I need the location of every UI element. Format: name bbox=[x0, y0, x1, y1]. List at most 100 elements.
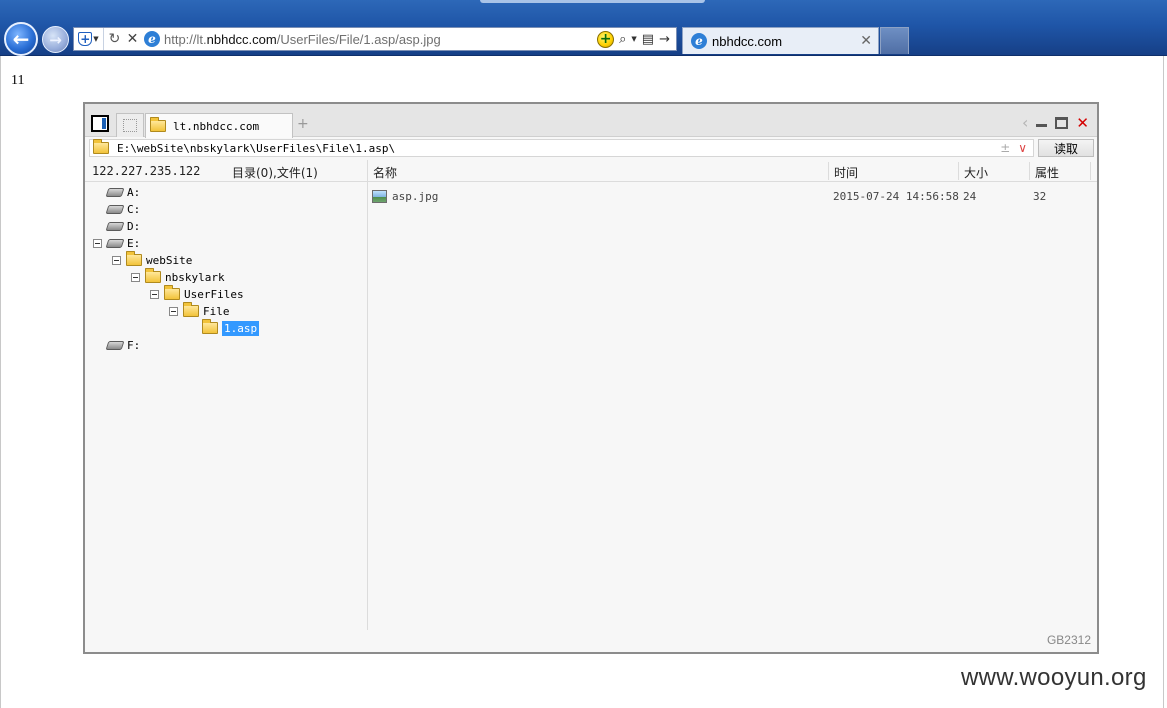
tree-folder-userfiles[interactable]: UserFiles bbox=[150, 285, 244, 302]
tree-label: File bbox=[203, 304, 230, 318]
tree-drive-c[interactable]: C: bbox=[105, 201, 140, 217]
file-name: asp.jpg bbox=[392, 190, 439, 203]
file-time: 2015-07-24 14:56:58 bbox=[833, 190, 959, 203]
drive-icon bbox=[105, 340, 125, 350]
file-manager-window: lt.nbhdcc.com + ‹ ✕ E:\webSite\nbskylark… bbox=[83, 102, 1099, 654]
page-right-border bbox=[1163, 56, 1164, 708]
url-text[interactable]: http://lt.nbhdcc.com/UserFiles/File/1.as… bbox=[164, 32, 441, 47]
ie-logo-icon: e bbox=[144, 31, 160, 47]
tree-label: UserFiles bbox=[184, 287, 244, 301]
folder-icon bbox=[183, 302, 199, 317]
tree-drive-d[interactable]: D: bbox=[105, 218, 141, 234]
path-folder-icon bbox=[93, 139, 109, 154]
address-bar[interactable]: + ▼ ↻ ✕ e http://lt.nbhdcc.com/UserFiles… bbox=[73, 27, 677, 51]
url-prefix: http://lt. bbox=[164, 31, 207, 47]
dotted-square-icon bbox=[123, 119, 137, 132]
tree-folder-website[interactable]: webSite bbox=[112, 251, 193, 268]
folder-icon bbox=[150, 117, 166, 132]
list-header: 122.227.235.122 目录(0),文件(1) 名称 时间 大小 属性 bbox=[85, 160, 1097, 182]
url-domain: nbhdcc.com bbox=[206, 31, 277, 47]
file-row[interactable]: asp.jpg 2015-07-24 14:56:58 24 32 bbox=[372, 188, 1094, 206]
drive-icon bbox=[105, 204, 125, 214]
tree-label: nbskylark bbox=[165, 270, 225, 284]
go-arrow-icon[interactable]: → bbox=[659, 32, 670, 47]
new-tab-button[interactable] bbox=[880, 27, 909, 54]
add-on-icon[interactable]: + bbox=[597, 30, 615, 48]
tree-label: F: bbox=[127, 338, 141, 352]
caret-down-icon: ▼ bbox=[93, 35, 99, 43]
collapse-toggle-icon[interactable] bbox=[93, 238, 102, 248]
forward-arrow-icon: → bbox=[49, 30, 62, 49]
file-attr: 32 bbox=[1033, 190, 1047, 203]
tree-drive-e[interactable]: E: bbox=[93, 235, 140, 251]
tree-folder-file[interactable]: File bbox=[169, 302, 230, 319]
column-time[interactable]: 时间 bbox=[834, 164, 858, 181]
column-name[interactable]: 名称 bbox=[373, 164, 397, 181]
path-text: E:\webSite\nbskylark\UserFiles\File\1.as… bbox=[117, 141, 396, 155]
tab-ie-logo-icon: e bbox=[691, 33, 707, 49]
open-folder-icon bbox=[202, 319, 218, 334]
close-window-icon[interactable]: ✕ bbox=[1076, 114, 1089, 132]
collapse-toggle-icon[interactable] bbox=[131, 272, 140, 282]
plus-minus-icon[interactable]: ± bbox=[1000, 141, 1010, 155]
collapse-toggle-icon[interactable] bbox=[112, 255, 121, 265]
tree-divider[interactable] bbox=[367, 160, 368, 630]
path-input[interactable]: E:\webSite\nbskylark\UserFiles\File\1.as… bbox=[89, 139, 1035, 157]
column-separator[interactable] bbox=[828, 162, 829, 180]
directory-tree: A: C: D: E: webSite nbskylark UserFiles … bbox=[85, 184, 367, 629]
tab-title: nbhdcc.com bbox=[712, 33, 783, 49]
close-icon[interactable]: ✕ bbox=[860, 33, 872, 49]
forward-button[interactable]: → bbox=[42, 26, 69, 53]
read-button[interactable]: 读取 bbox=[1038, 139, 1094, 157]
chevron-left-icon[interactable]: ‹ bbox=[1022, 113, 1028, 132]
blank-tab[interactable] bbox=[116, 113, 144, 137]
tree-drive-f[interactable]: F: bbox=[105, 337, 141, 353]
chevron-down-icon[interactable]: ∨ bbox=[1018, 141, 1027, 155]
tree-label: D: bbox=[127, 219, 141, 233]
window-controls: ‹ ✕ bbox=[1022, 113, 1089, 132]
tree-drive-a[interactable]: A: bbox=[105, 184, 141, 200]
tree-label-selected: 1.asp bbox=[222, 320, 260, 336]
watermark: www.wooyun.org bbox=[961, 664, 1147, 691]
collapse-toggle-icon[interactable] bbox=[169, 306, 178, 316]
column-size[interactable]: 大小 bbox=[964, 164, 988, 181]
panel-toggle-icon[interactable] bbox=[91, 115, 109, 132]
fm-tab-site[interactable]: lt.nbhdcc.com bbox=[145, 113, 293, 138]
folder-icon bbox=[126, 251, 142, 266]
collapse-toggle-icon[interactable] bbox=[150, 289, 159, 299]
encoding-label[interactable]: GB2312 bbox=[1047, 633, 1091, 647]
tree-label: webSite bbox=[146, 253, 193, 267]
tree-folder-nbskylark[interactable]: nbskylark bbox=[131, 268, 225, 285]
file-size: 24 bbox=[963, 190, 977, 203]
maximize-icon[interactable] bbox=[1055, 116, 1069, 129]
minimize-icon[interactable] bbox=[1036, 124, 1048, 127]
search-caret-icon[interactable]: ▼ bbox=[631, 35, 636, 43]
fm-tab-bar: lt.nbhdcc.com + ‹ ✕ bbox=[85, 104, 1097, 138]
tree-folder-1asp[interactable]: 1.asp bbox=[202, 319, 260, 336]
search-icon[interactable]: ⌕ bbox=[619, 32, 626, 47]
compat-shield-button[interactable]: + ▼ bbox=[74, 28, 104, 50]
page-left-border bbox=[0, 56, 1, 708]
tree-label: E: bbox=[127, 236, 141, 250]
browser-tab[interactable]: e nbhdcc.com ✕ bbox=[682, 27, 879, 54]
folder-icon bbox=[145, 268, 161, 283]
server-ip: 122.227.235.122 bbox=[92, 164, 201, 178]
page-text: 11 bbox=[11, 73, 25, 88]
path-bar: E:\webSite\nbskylark\UserFiles\File\1.as… bbox=[89, 139, 1094, 157]
tree-label: A: bbox=[127, 185, 141, 199]
drive-icon bbox=[105, 221, 125, 231]
image-file-icon bbox=[372, 190, 387, 203]
compatibility-icon[interactable]: ▤ bbox=[642, 32, 654, 47]
fm-tab-label: lt.nbhdcc.com bbox=[173, 119, 260, 133]
refresh-icon[interactable]: ↻ bbox=[107, 31, 122, 47]
shield-icon: + bbox=[78, 32, 93, 46]
column-separator[interactable] bbox=[1029, 162, 1030, 180]
stop-icon[interactable]: ✕ bbox=[125, 31, 140, 47]
column-separator[interactable] bbox=[958, 162, 959, 180]
drive-icon bbox=[105, 238, 125, 248]
back-arrow-icon: ← bbox=[12, 27, 30, 51]
column-separator[interactable] bbox=[1090, 162, 1091, 180]
column-attr[interactable]: 属性 bbox=[1035, 164, 1059, 181]
add-tab-button[interactable]: + bbox=[297, 116, 309, 132]
back-button[interactable]: ← bbox=[4, 22, 38, 56]
